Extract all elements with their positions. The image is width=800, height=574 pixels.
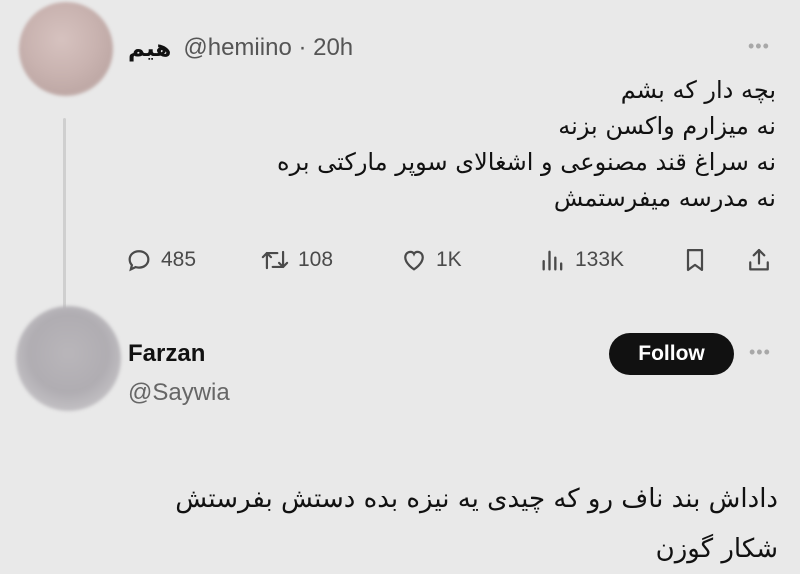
tweet1-header: هیم @hemiino · 20h [128,32,353,64]
tweet1-line: بچه دار که بشم [620,76,776,104]
heart-icon [400,246,428,274]
tweet2-display-name[interactable]: Farzan [128,340,205,368]
tweet1-display-name[interactable]: هیم [128,35,171,62]
share-button[interactable] [745,246,773,274]
tweet1-action-bar: 485 108 1K 133K [125,244,780,280]
views-count: 133K [575,248,625,271]
tweet1-handle-time[interactable]: @hemiino · 20h [183,34,353,62]
views-bar-chart-icon [539,246,567,274]
reply-bubble-icon [125,246,153,274]
tweet2-handle[interactable]: @Saywia [128,379,230,407]
like-count: 1K [436,248,462,271]
avatar-saywia[interactable] [16,306,121,411]
tweet1-line: نه سراغ قند مصنوعی و اشغالای سوپر مارکتی… [277,148,776,176]
tweet1-text: بچه دار که بشم نه میزارم واکسن بزنه نه س… [176,72,776,216]
tweet1-line: نه مدرسه میفرستمش [553,184,776,212]
avatar-hemiino[interactable] [19,2,113,96]
tweet2-text: داداش بند ناف رو که چیدی یه نیزه بده دست… [18,474,778,574]
repost-arrows-icon [260,246,290,274]
reply-button[interactable]: 485 [125,246,196,274]
share-upload-icon [745,246,773,274]
more-horizontal-icon[interactable]: ••• [748,36,770,57]
repost-count: 108 [298,248,334,271]
tweet2-line: داداش بند ناف رو که چیدی یه نیزه بده دست… [175,484,778,514]
follow-button[interactable]: Follow [609,333,734,375]
bookmark-icon [681,246,709,274]
repost-button[interactable]: 108 [260,246,333,274]
tweet1-line: نه میزارم واکسن بزنه [558,112,776,140]
thread-connector-line [63,118,66,313]
like-button[interactable]: 1K [400,246,462,274]
more-horizontal-icon[interactable]: ••• [749,342,771,363]
bookmark-button[interactable] [681,246,709,274]
views-button[interactable]: 133K [539,246,624,274]
reply-count: 485 [161,248,197,271]
